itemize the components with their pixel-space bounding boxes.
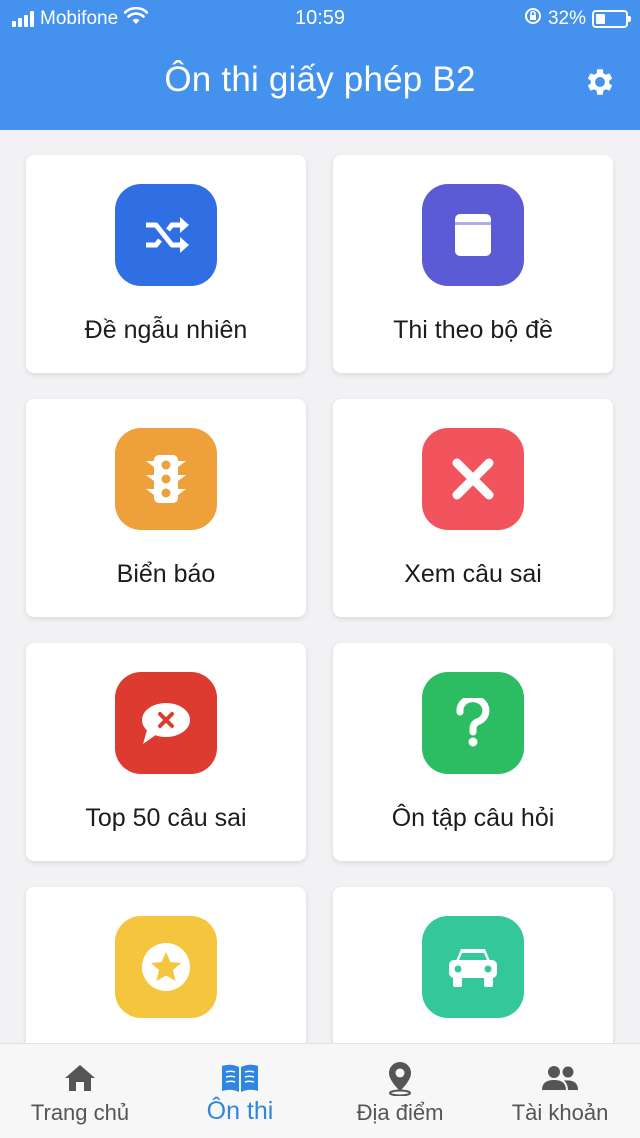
menu-tile bbox=[422, 428, 524, 530]
chat-error-icon bbox=[142, 703, 190, 744]
menu-tile bbox=[422, 184, 524, 286]
tab-label: Địa điểm bbox=[356, 1100, 444, 1125]
menu-tile bbox=[115, 184, 217, 286]
menu-card-label: Xem câu sai bbox=[404, 560, 542, 588]
users-icon bbox=[540, 1060, 580, 1096]
map-pin-icon bbox=[380, 1060, 420, 1096]
app-header: Mobifone 10:59 32% Ôn thi giấy phép B2 bbox=[0, 0, 640, 130]
menu-tile bbox=[115, 672, 217, 774]
menu-card-label: Top 50 câu sai bbox=[85, 804, 247, 832]
menu-grid: Đề ngẫu nhiên Thi theo bộ đề Biển báo Xe… bbox=[0, 130, 640, 1043]
battery-icon bbox=[592, 10, 631, 28]
menu-card-label: Thi theo bộ đề bbox=[393, 316, 553, 344]
battery-percent: 32% bbox=[547, 8, 586, 29]
menu-card-wrong-answers[interactable]: Xem câu sai bbox=[333, 399, 613, 617]
menu-card-random-test[interactable]: Đề ngẫu nhiên bbox=[26, 155, 306, 373]
menu-card-driving[interactable] bbox=[333, 887, 613, 1043]
tab-label: Ôn thi bbox=[206, 1097, 274, 1125]
tab-account[interactable]: Tài khoản bbox=[480, 1044, 640, 1138]
open-book-icon bbox=[220, 1060, 260, 1096]
page-title: Ôn thi giấy phép B2 bbox=[164, 60, 476, 99]
menu-card-label: Biển báo bbox=[116, 560, 216, 588]
tab-locations[interactable]: Địa điểm bbox=[320, 1044, 480, 1138]
star-icon bbox=[142, 943, 190, 991]
status-right: 32% bbox=[524, 7, 631, 31]
question-icon bbox=[456, 698, 490, 747]
tab-label: Tài khoản bbox=[511, 1100, 609, 1125]
menu-card-label: Đề ngẫu nhiên bbox=[84, 316, 248, 344]
battery-level bbox=[596, 14, 605, 24]
tab-bar: Trang chủ Ôn thi Địa điểm Tài khoản bbox=[0, 1043, 640, 1138]
menu-card-top-50-wrong[interactable]: Top 50 câu sai bbox=[26, 643, 306, 861]
settings-button[interactable] bbox=[582, 64, 618, 100]
menu-tile bbox=[115, 428, 217, 530]
gear-icon bbox=[587, 69, 613, 95]
status-bar: Mobifone 10:59 32% bbox=[0, 0, 640, 36]
tab-label: Trang chủ bbox=[30, 1100, 130, 1125]
menu-tile bbox=[115, 916, 217, 1018]
menu-tile bbox=[422, 916, 524, 1018]
menu-card-review-questions[interactable]: Ôn tập câu hỏi bbox=[333, 643, 613, 861]
traffic-light-icon bbox=[146, 455, 186, 503]
shuffle-icon bbox=[146, 217, 189, 253]
tab-home[interactable]: Trang chủ bbox=[0, 1044, 160, 1138]
menu-card-traffic-signs[interactable]: Biển báo bbox=[26, 399, 306, 617]
close-icon bbox=[452, 458, 494, 500]
menu-card-favorites[interactable] bbox=[26, 887, 306, 1043]
car-icon bbox=[449, 949, 497, 987]
menu-card-label: Ôn tập câu hỏi bbox=[391, 804, 555, 832]
menu-card-exam-sets[interactable]: Thi theo bộ đề bbox=[333, 155, 613, 373]
home-icon bbox=[60, 1060, 100, 1096]
book-icon bbox=[455, 214, 491, 256]
rotation-lock-icon bbox=[524, 7, 542, 31]
menu-tile bbox=[422, 672, 524, 774]
tab-exam-prep[interactable]: Ôn thi bbox=[160, 1044, 320, 1138]
